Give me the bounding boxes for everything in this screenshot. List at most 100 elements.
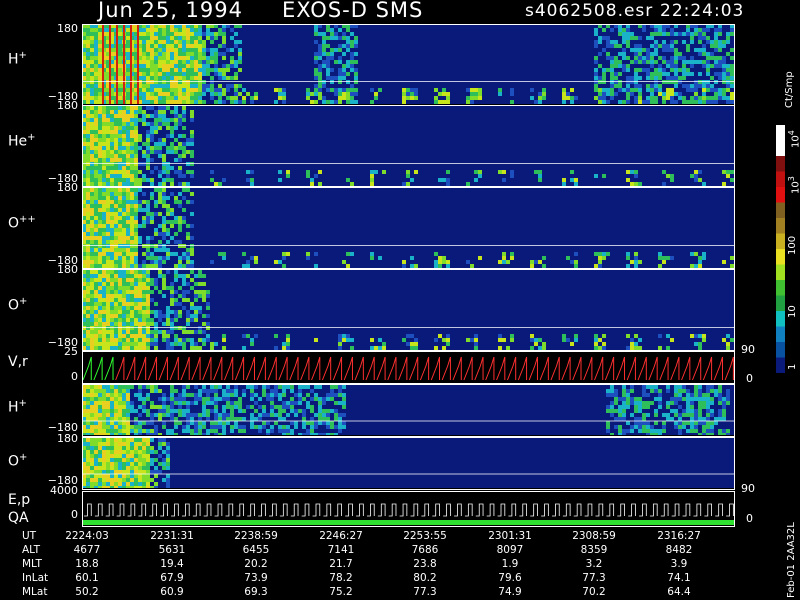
vr-sweep bbox=[267, 356, 277, 381]
vr-sweep bbox=[93, 356, 103, 381]
vr-sweep bbox=[452, 356, 462, 381]
colorbar-label-1: 1 bbox=[787, 363, 798, 370]
vr-sweep bbox=[321, 356, 332, 381]
panel-h-plus bbox=[82, 24, 735, 104]
right-tick-ep-bottom: 0 bbox=[746, 512, 753, 525]
table-cell: 8482 bbox=[665, 544, 693, 556]
mission-name: EXOS-D SMS bbox=[282, 0, 424, 22]
vr-sweep bbox=[224, 356, 234, 381]
panel-o-plus-lower bbox=[82, 438, 735, 488]
ep-step bbox=[214, 503, 223, 517]
vr-sweep bbox=[670, 356, 680, 381]
table-cell: 2253:55 bbox=[403, 530, 447, 542]
ep-step bbox=[203, 503, 212, 517]
colorbar-label-10e4: 104 bbox=[787, 130, 800, 148]
ep-step bbox=[236, 503, 245, 517]
ep-step bbox=[399, 503, 408, 517]
label-o-plus-lower: O+ bbox=[8, 452, 28, 470]
vr-sweep bbox=[496, 356, 506, 381]
ep-step bbox=[562, 503, 571, 517]
vr-sweep bbox=[289, 356, 299, 381]
ep-step bbox=[171, 503, 179, 517]
vr-sweep bbox=[648, 356, 658, 381]
spectrogram-h-plus-lower bbox=[82, 385, 735, 435]
ep-step bbox=[138, 503, 147, 517]
vr-sweep bbox=[485, 356, 495, 381]
vr-sweep bbox=[115, 356, 125, 381]
table-cell: 3.9 bbox=[670, 558, 688, 570]
table-cell: 21.7 bbox=[329, 558, 353, 570]
ep-step bbox=[432, 503, 440, 517]
table-cell: 7141 bbox=[327, 544, 355, 556]
ep-step bbox=[301, 503, 310, 517]
vr-sweep bbox=[506, 356, 517, 381]
spectrogram-background bbox=[82, 438, 735, 488]
table-cell: 64.4 bbox=[667, 586, 691, 598]
vr-sweep bbox=[604, 356, 615, 381]
label-h-plus-lower: H+ bbox=[8, 398, 27, 416]
tick-bottom: 0 bbox=[71, 370, 78, 383]
vr-sweep bbox=[430, 356, 441, 381]
vr-sweep bbox=[365, 356, 375, 381]
colorbar-step bbox=[776, 342, 785, 358]
ep-step bbox=[116, 503, 125, 517]
ep-step bbox=[573, 503, 582, 517]
panel-o-plus bbox=[82, 270, 735, 350]
table-cell: 5631 bbox=[158, 544, 186, 556]
ep-step bbox=[649, 503, 658, 517]
ep-step bbox=[704, 503, 713, 517]
vr-sweep bbox=[202, 356, 212, 381]
vr-sweep bbox=[398, 356, 408, 381]
vr-sweep bbox=[692, 356, 702, 381]
vr-sweep bbox=[409, 356, 419, 381]
vr-sweep bbox=[82, 356, 92, 381]
table-cell: 4677 bbox=[73, 544, 101, 556]
ep-step bbox=[366, 503, 375, 517]
label-h-plus: H+ bbox=[8, 50, 27, 68]
ep-step bbox=[410, 503, 419, 517]
tick-bottom: 0 bbox=[71, 508, 78, 521]
ep-step bbox=[225, 503, 234, 517]
table-cell: 23.8 bbox=[413, 558, 437, 570]
vr-sweep bbox=[474, 356, 484, 381]
colorbar-label-10: 10 bbox=[787, 305, 798, 318]
vr-sweep bbox=[332, 356, 343, 381]
colorbar-step bbox=[776, 264, 785, 281]
ep-step bbox=[530, 503, 538, 517]
colorbar-label-10e3: 103 bbox=[787, 176, 800, 194]
vr-sweep bbox=[517, 356, 528, 381]
ep-step bbox=[464, 503, 473, 517]
vr-sweep bbox=[343, 356, 353, 381]
tick-top: 180 bbox=[57, 181, 78, 194]
vr-sweep bbox=[234, 356, 245, 381]
vr-sweep bbox=[213, 356, 223, 381]
table-cell: 78.2 bbox=[329, 572, 353, 584]
vr-sweep bbox=[594, 356, 604, 381]
table-cell: 73.9 bbox=[244, 572, 268, 584]
vr-sweep bbox=[713, 356, 723, 381]
vr-sweep bbox=[637, 356, 647, 381]
ep-step bbox=[475, 503, 484, 517]
spectrogram-o-plus-plus bbox=[82, 188, 735, 268]
ep-step bbox=[84, 503, 92, 517]
ep-step bbox=[160, 503, 168, 517]
ep-step bbox=[660, 503, 669, 517]
vr-sweep bbox=[572, 356, 582, 381]
table-cell: 70.2 bbox=[582, 586, 606, 598]
vr-sweep bbox=[615, 356, 626, 381]
file-name: s4062508.esr bbox=[525, 1, 654, 21]
panel-ep-qa bbox=[82, 492, 735, 526]
spectrogram-o-plus bbox=[82, 270, 735, 350]
ep-step bbox=[269, 503, 277, 517]
footer-stamp: Feb-01 2AA32L bbox=[786, 522, 797, 598]
vr-sweep bbox=[681, 356, 691, 381]
ep-step bbox=[682, 503, 691, 517]
table-cell: 79.6 bbox=[498, 572, 522, 584]
ep-step bbox=[312, 503, 321, 517]
table-cell: 67.9 bbox=[160, 572, 184, 584]
right-tick-ep-top: 90 bbox=[741, 482, 755, 495]
right-tick-vr-bottom: 0 bbox=[746, 372, 753, 385]
table-cell: 74.9 bbox=[498, 586, 522, 598]
vr-sweep bbox=[256, 356, 266, 381]
spectrogram-o-plus-lower bbox=[82, 438, 735, 488]
